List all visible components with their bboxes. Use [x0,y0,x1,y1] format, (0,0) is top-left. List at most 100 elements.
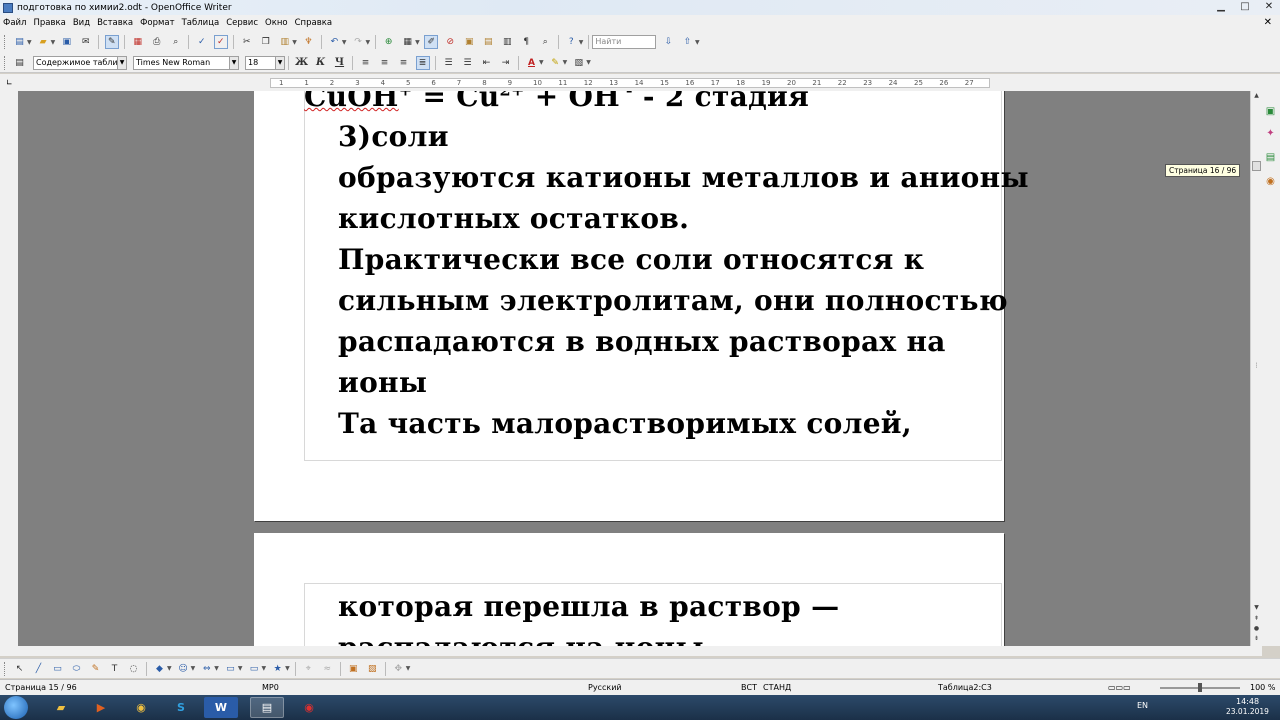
paragraph-line[interactable]: сильным электролитам, они полностью [338,280,1008,321]
ruler-strip[interactable]: 1 1 2 3 4 5 6 7 8 9 10 11 12 13 14 15 16 17 18 19 20 21 22 23 24… [270,78,990,88]
navigator-icon[interactable]: ▣ [462,35,476,49]
previous-page-icon[interactable]: ⇞ [1251,614,1262,624]
status-page[interactable]: Страница 15 / 96 [5,683,77,692]
italic-button[interactable]: К [314,56,328,70]
print-preview-icon[interactable]: ⌕ [169,35,183,49]
paragraph-line[interactable]: Та часть малорастворимых солей, [338,403,912,444]
undo-icon[interactable]: ↶ [327,35,341,49]
scroll-up-icon[interactable]: ▲ [1251,91,1262,101]
font-name-select[interactable]: Times New Roman ▼ [133,55,239,70]
increase-indent-icon[interactable]: ⇥ [499,56,513,70]
navigator-compass-icon[interactable]: ◉ [1264,175,1277,188]
gallery-icon[interactable]: ▤ [1264,151,1277,164]
chrome-icon[interactable]: ◉ [124,697,158,718]
styles-formatting-icon[interactable]: ▤ [13,56,27,70]
points-icon[interactable]: ⌖ [301,662,315,676]
toolbar-grip[interactable] [4,35,7,49]
callout-icon[interactable]: ◌ [127,662,141,676]
font-size-select[interactable]: 18 ▼ [245,55,285,70]
toolbar-options-icon[interactable]: ▼ [695,39,700,46]
word-icon[interactable]: W [204,697,238,718]
status-insert-mode[interactable]: ВСТ [741,683,757,692]
help-dropdown-icon[interactable]: ▼ [579,39,584,46]
paste-icon[interactable]: ▥ [278,35,292,49]
show-draw-functions-icon[interactable]: ✐ [424,35,439,49]
cut-icon[interactable]: ✂ [240,35,254,49]
start-button[interactable] [4,696,28,719]
view-layout-icon[interactable]: ▭▭▭ [1108,683,1131,692]
clock-time[interactable]: 14:48 [1236,697,1259,706]
ellipse-icon[interactable]: ⬭ [70,662,84,676]
glue-points-icon[interactable]: ✥ [391,662,405,676]
menu-format[interactable]: Формат [140,18,175,28]
format-paintbrush-icon[interactable]: ♆ [301,35,315,49]
decrease-indent-icon[interactable]: ⇤ [480,56,494,70]
tab-stop-type-icon[interactable]: ∟ [6,78,13,87]
file-explorer-icon[interactable]: ▰ [44,697,78,718]
status-zoom[interactable]: 100 % [1250,683,1275,692]
fontwork-icon[interactable]: ≈ [320,662,334,676]
paragraph-line[interactable]: кислотных остатков. [338,198,689,239]
basic-shapes-dropdown-icon[interactable]: ▼ [167,665,172,672]
styles-icon[interactable]: ✦ [1264,127,1277,140]
open-folder-icon[interactable]: ▰ [36,35,50,49]
symbol-shapes-icon[interactable]: ☺ [176,662,190,676]
flowchart-icon[interactable]: ▭ [223,662,237,676]
callouts-icon[interactable]: ▭ [247,662,261,676]
status-selection-mode[interactable]: СТАНД [763,683,791,692]
print-icon[interactable]: ⎙ [150,35,164,49]
block-arrows-icon[interactable]: ⇔ [200,662,214,676]
menu-view[interactable]: Вид [73,18,90,28]
symbol-shapes-dropdown-icon[interactable]: ▼ [191,665,196,672]
align-center-icon[interactable]: ≡ [378,56,392,70]
basic-shapes-icon[interactable]: ◆ [153,662,167,676]
status-style[interactable]: MP0 [262,683,279,692]
chevron-down-icon[interactable]: ▼ [275,56,284,69]
new-dropdown-icon[interactable]: ▼ [27,39,32,46]
horizontal-ruler[interactable]: ∟ 1 1 2 3 4 5 6 7 8 9 10 11 12 13 14 15 16 17 18 19 20 21 22 23… [0,74,1280,91]
underline-button[interactable]: Ч [333,56,347,70]
toolbar-options-icon[interactable]: ▼ [406,665,411,672]
find-replace-icon[interactable]: ⊘ [443,35,457,49]
highlighting-icon[interactable]: ✎ [548,56,562,70]
page[interactable]: CuOH+ = Cu2+ + OH - - 2 стадия 3)соли об… [254,91,1029,521]
stars-icon[interactable]: ★ [271,662,285,676]
formatting-marks-icon[interactable]: ¶ [519,35,533,49]
font-color-icon[interactable]: A [525,56,539,70]
highlighting-dropdown-icon[interactable]: ▼ [563,59,568,66]
flowchart-dropdown-icon[interactable]: ▼ [238,665,243,672]
table-dropdown-icon[interactable]: ▼ [415,39,420,46]
scroll-thumb[interactable] [1252,161,1261,171]
undo-dropdown-icon[interactable]: ▼ [342,39,347,46]
find-next-icon[interactable]: ⇩ [662,35,676,49]
spellcheck-icon[interactable]: ✓ [195,35,209,49]
new-document-icon[interactable]: ▤ [13,35,27,49]
justify-icon[interactable]: ≣ [415,55,430,70]
zoom-slider-knob[interactable] [1198,683,1202,692]
save-icon[interactable]: ▣ [60,35,74,49]
clock-date[interactable]: 23.01.2019 [1226,707,1269,716]
gallery-icon[interactable]: ▤ [481,35,495,49]
media-player-icon[interactable]: ▶ [84,697,118,718]
background-dropdown-icon[interactable]: ▼ [586,59,591,66]
maximize-icon[interactable]: □ [1238,1,1252,13]
minimize-icon[interactable]: ▁ [1214,1,1228,13]
callouts-dropdown-icon[interactable]: ▼ [262,665,267,672]
paragraph-line[interactable]: Практически все соли относятся к [338,239,924,280]
paragraph-style-select[interactable]: Содержимое таблицы ▼ [33,55,127,70]
edit-mode-icon[interactable]: ✎ [104,35,119,49]
select-arrow-icon[interactable]: ↖ [13,662,27,676]
hyperlink-icon[interactable]: ⊕ [382,35,396,49]
properties-icon[interactable]: ▣ [1264,105,1277,118]
redo-icon[interactable]: ↷ [351,35,365,49]
table-icon[interactable]: ▦ [401,35,415,49]
paragraph-line[interactable]: ионы [338,362,427,403]
chevron-down-icon[interactable]: ▼ [229,56,238,69]
data-sources-icon[interactable]: ▥ [500,35,514,49]
autospellcheck-icon[interactable]: ✓ [213,35,228,49]
document-area[interactable]: CuOH+ = Cu2+ + OH - - 2 стадия 3)соли об… [18,91,1250,646]
redo-dropdown-icon[interactable]: ▼ [366,39,371,46]
menu-insert[interactable]: Вставка [97,18,133,28]
horizontal-scrollbar[interactable] [0,646,1262,656]
status-language[interactable]: Русский [588,683,622,692]
